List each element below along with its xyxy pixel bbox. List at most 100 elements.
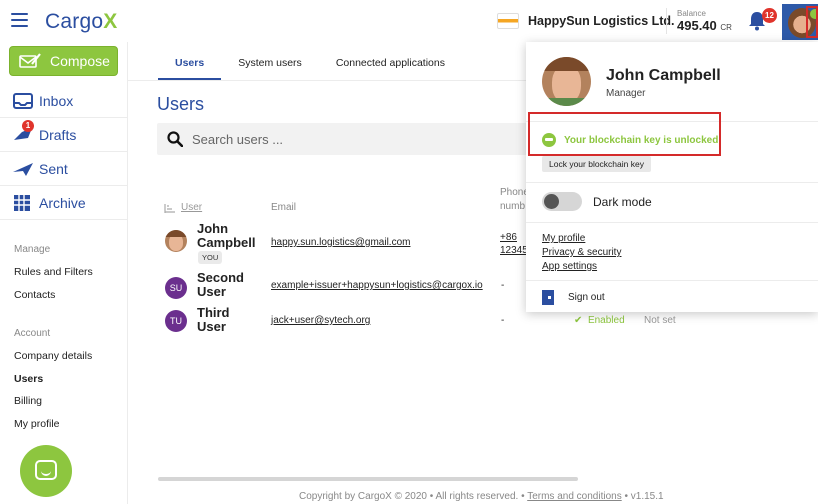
footer-version: • v1.15.1 [624,491,664,502]
my-profile-link[interactable]: My profile [542,233,585,244]
user-email[interactable]: jack+user@sytech.org [271,315,370,326]
compose-label: Compose [50,53,110,69]
sidebar-link-my-profile[interactable]: My profile [14,418,60,430]
sidebar-link-billing[interactable]: Billing [14,395,42,407]
balance-value: 495.40 [677,18,717,33]
sidebar-link-rules[interactable]: Rules and Filters [14,266,93,278]
sidebar-link-users[interactable]: Users [14,373,43,385]
profile-role: Manager [606,88,646,99]
key-icon [542,133,556,147]
highlight-box [806,6,818,38]
logo-accent: X [103,10,118,33]
sidebar-item-archive[interactable]: Archive [0,186,127,220]
horizontal-scrollbar[interactable] [158,477,578,481]
sidebar-item-drafts[interactable]: 1 Drafts [0,118,127,152]
tabs: Users System users Connected application… [158,52,479,80]
sidebar-item-label: Archive [39,194,86,211]
tab-connected-applications[interactable]: Connected applications [336,52,445,80]
column-header-user[interactable]: User [181,202,202,213]
balance-amount: 495.40 CR [677,18,732,35]
sidebar-item-label: Sent [39,160,68,177]
sidebar-link-company-details[interactable]: Company details [14,350,92,362]
divider [526,182,818,183]
page-title: Users [157,94,205,114]
footer: Copyright by CargoX © 2020 • All rights … [299,491,664,502]
app-settings-link[interactable]: App settings [542,261,597,272]
sidebar-item-label: Drafts [39,126,77,143]
dark-mode-label: Dark mode [593,195,652,209]
avatar: SU [165,277,187,299]
notification-badge: 12 [762,8,777,23]
user-last-name: Campbell [197,235,256,250]
search-input[interactable] [192,131,492,147]
company-name: HappySun Logistics Ltd. [528,14,675,28]
user-email[interactable]: happy.sun.logistics@gmail.com [271,237,410,248]
sidebar-item-sent[interactable]: Sent [0,152,127,186]
user-name: John Campbell [197,222,256,250]
balance-unit: CR [720,23,732,32]
account-section-label: Account [14,328,51,339]
user-name: Third User [197,306,230,334]
status-text: Enabled [587,315,625,326]
drafts-badge: 1 [22,119,34,132]
check-icon: ✔ [574,315,583,326]
search-bar[interactable] [157,123,557,155]
phone-code: +86 [500,232,517,243]
dark-mode-toggle[interactable] [542,192,582,211]
search-icon [167,131,183,147]
toggle-knob [544,194,559,209]
user-last-name: User [197,284,226,299]
user-phone[interactable]: +86 12345 [500,231,528,257]
you-badge: YOU [198,251,223,264]
key-status: Your blockchain key is unlocked [542,133,718,147]
company-flag-icon [497,13,519,29]
terms-link[interactable]: Terms and conditions [527,491,622,502]
column-header-email: Email [271,202,297,213]
sidebar-link-contacts[interactable]: Contacts [14,289,55,301]
user-first-name: John [197,221,229,236]
sign-out-button[interactable]: Sign out [542,290,605,305]
privacy-security-link[interactable]: Privacy & security [542,247,621,258]
phone-number: 12345 [500,245,528,256]
sort-icon[interactable] [164,204,176,213]
avatar[interactable] [782,4,818,40]
sign-out-icon [542,290,554,305]
profile-dropdown: John Campbell Manager Your blockchain ke… [526,42,818,312]
key-status-text: Your blockchain key is unlocked [564,134,719,146]
tab-system-users[interactable]: System users [238,52,302,80]
archive-icon [14,194,30,211]
user-phone: - [501,280,505,291]
sidebar-item-inbox[interactable]: Inbox [0,84,127,118]
chat-icon [35,460,57,480]
divider [526,280,818,281]
tab-users[interactable]: Users [158,52,222,80]
logo-text: Cargo [45,10,104,33]
sent-icon [13,162,33,176]
user-first-name: Third [197,305,230,320]
avatar-shirt [542,98,591,106]
user-email[interactable]: example+issuer+happysun+logistics@cargox… [271,280,483,291]
compose-icon [19,53,41,68]
avatar: TU [165,310,187,332]
user-first-name: Second [197,270,244,285]
compose-button[interactable]: Compose [9,46,118,76]
company-selector[interactable]: HappySun Logistics Ltd. [497,8,675,34]
manage-section-label: Manage [14,244,51,255]
divider [526,222,818,223]
inbox-icon [13,92,33,109]
hamburger-menu-icon[interactable] [11,13,28,27]
footer-copyright: Copyright by CargoX © 2020 • All rights … [299,491,525,502]
profile-name: John Campbell [606,67,721,84]
logo[interactable]: CargoX [45,10,117,34]
lock-key-button[interactable]: Lock your blockchain key [542,156,651,172]
user-last-name: User [197,319,226,334]
avatar [542,57,591,106]
divider [666,8,667,34]
balance-label: Balance [677,9,706,18]
chat-button[interactable] [20,445,72,497]
user-phone: - [501,315,505,326]
avatar-hair [542,57,591,71]
balance[interactable]: Balance 495.40 CR [677,9,732,35]
user-name: Second User [197,271,244,299]
top-bar: CargoX HappySun Logistics Ltd. Balance 4… [0,0,818,42]
